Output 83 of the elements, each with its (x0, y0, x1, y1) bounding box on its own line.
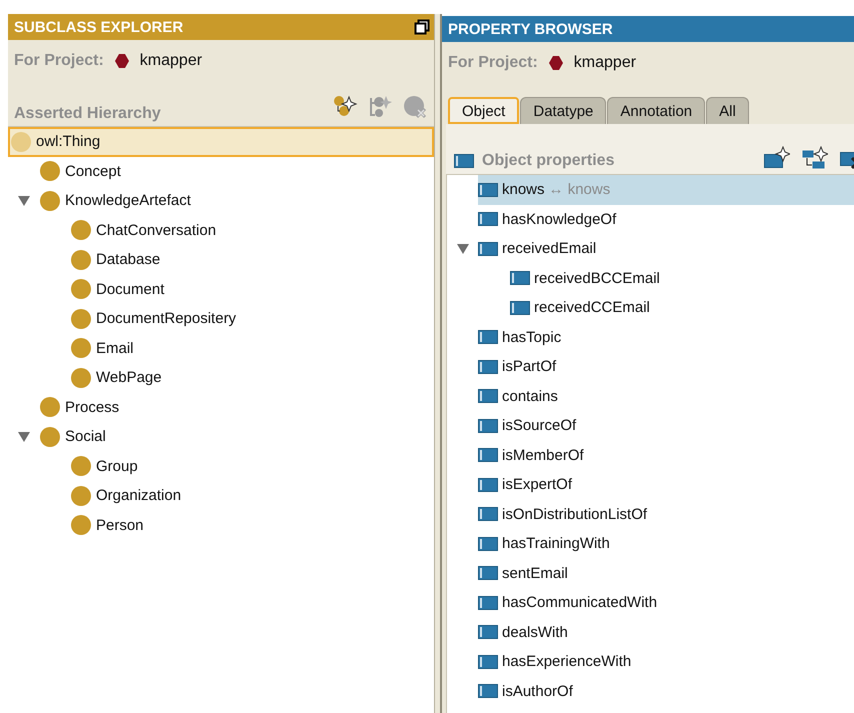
section-label: Object properties (482, 152, 614, 170)
property-tree-item[interactable]: isExpertOf (478, 470, 854, 500)
property-tree-item[interactable]: contains (478, 382, 854, 411)
property-icon (454, 154, 474, 168)
class-tree-item[interactable]: Concept (8, 156, 434, 186)
class-circle-icon (39, 160, 61, 182)
property-tab[interactable]: Datatype (520, 97, 606, 124)
property-tree-item[interactable]: isAuthorOf (478, 676, 854, 706)
property-icon (478, 507, 498, 522)
panel-title: PROPERTY BROWSER (448, 20, 613, 38)
project-name: kmapper (140, 52, 202, 70)
property-tree-item[interactable]: knows ↔ knows (478, 175, 854, 204)
class-circle-icon (10, 130, 32, 153)
class-tree-item[interactable]: Database (8, 245, 434, 274)
class-circle-icon (39, 426, 61, 448)
class-circle-icon (70, 278, 92, 300)
add-subproperty-icon[interactable] (802, 146, 828, 170)
property-tree-item[interactable]: isOnDistributionListOf (478, 500, 854, 529)
class-circle-icon (70, 248, 92, 271)
class-circle-icon (39, 190, 61, 212)
add-subclass-icon[interactable] (333, 95, 358, 119)
class-circle-icon (70, 514, 92, 536)
class-circle-icon (70, 455, 92, 478)
class-tree-item[interactable]: owl:Thing (8, 127, 434, 156)
property-tree-item[interactable]: hasTrainingWith (478, 529, 854, 558)
class-circle-icon (70, 219, 92, 242)
property-tree-item[interactable]: receivedEmail (478, 234, 854, 264)
class-tree-item[interactable]: Process (8, 392, 434, 422)
property-icon (478, 625, 498, 640)
class-circle-icon (70, 337, 92, 360)
property-icon (478, 242, 498, 256)
class-circle-icon (70, 484, 92, 507)
class-tree-item[interactable]: WebPage (8, 363, 434, 392)
property-tab[interactable]: Annotation (607, 97, 706, 124)
project-label: For Project: (448, 54, 538, 72)
property-icon (478, 536, 498, 551)
property-tree-item[interactable]: dealsWith (478, 618, 854, 647)
property-tree-item[interactable]: hasExperienceWith (478, 647, 854, 676)
project-name: kmapper (574, 54, 636, 72)
property-tab[interactable]: Object (448, 97, 520, 124)
property-icon (478, 654, 498, 669)
property-icon (510, 271, 530, 286)
property-icon (478, 212, 498, 226)
property-icon (478, 330, 498, 344)
property-icon (510, 300, 530, 315)
class-tree-item[interactable]: Person (8, 510, 434, 540)
hierarchy-label: Asserted Hierarchy (14, 105, 161, 123)
property-icon (478, 360, 498, 374)
property-icon (478, 566, 498, 580)
property-icon (478, 418, 498, 433)
property-tab[interactable]: All (706, 97, 749, 124)
property-icon (478, 478, 498, 492)
class-tree-item[interactable]: Document (8, 274, 434, 304)
property-icon (478, 448, 498, 462)
class-circle-icon (70, 308, 92, 330)
class-tree-item[interactable]: DocumentRepositery (8, 304, 434, 334)
project-hexagon-icon (548, 55, 564, 71)
project-label: For Project: (14, 52, 104, 70)
property-icon (478, 684, 498, 698)
property-icon (478, 389, 498, 404)
property-tree-item[interactable]: sentEmail (478, 558, 854, 588)
property-tree-item[interactable]: hasCommunicatedWith (478, 588, 854, 618)
property-icon (478, 596, 498, 610)
add-property-icon[interactable] (764, 146, 790, 170)
property-tree-item[interactable]: hasTopic (478, 322, 854, 352)
class-circle-icon (39, 396, 61, 418)
class-tree-item[interactable]: Organization (8, 481, 434, 510)
class-tree-item[interactable]: Email (8, 334, 434, 363)
property-tree-item[interactable]: isPartOf (478, 352, 854, 382)
property-tree-item[interactable]: hasKnowledgeOf (478, 204, 854, 234)
class-tree-item[interactable]: KnowledgeArtefact (8, 186, 434, 216)
project-hexagon-icon (114, 53, 130, 69)
class-tree-item[interactable]: Group (8, 452, 434, 481)
property-icon (478, 182, 498, 197)
property-tree-item[interactable]: isSourceOf (478, 411, 854, 440)
property-tree-item[interactable]: receivedBCCEmail (510, 264, 854, 293)
class-tree-item[interactable]: ChatConversation (8, 216, 434, 245)
property-tree-item[interactable]: isMemberOf (478, 440, 854, 470)
panel-title: SUBCLASS EXPLORER (14, 18, 184, 36)
property-tree-item[interactable]: receivedCCEmail (510, 293, 854, 322)
class-tree-item[interactable]: Social (8, 422, 434, 452)
window-restore-icon[interactable] (414, 19, 430, 35)
class-circle-icon (70, 366, 92, 389)
